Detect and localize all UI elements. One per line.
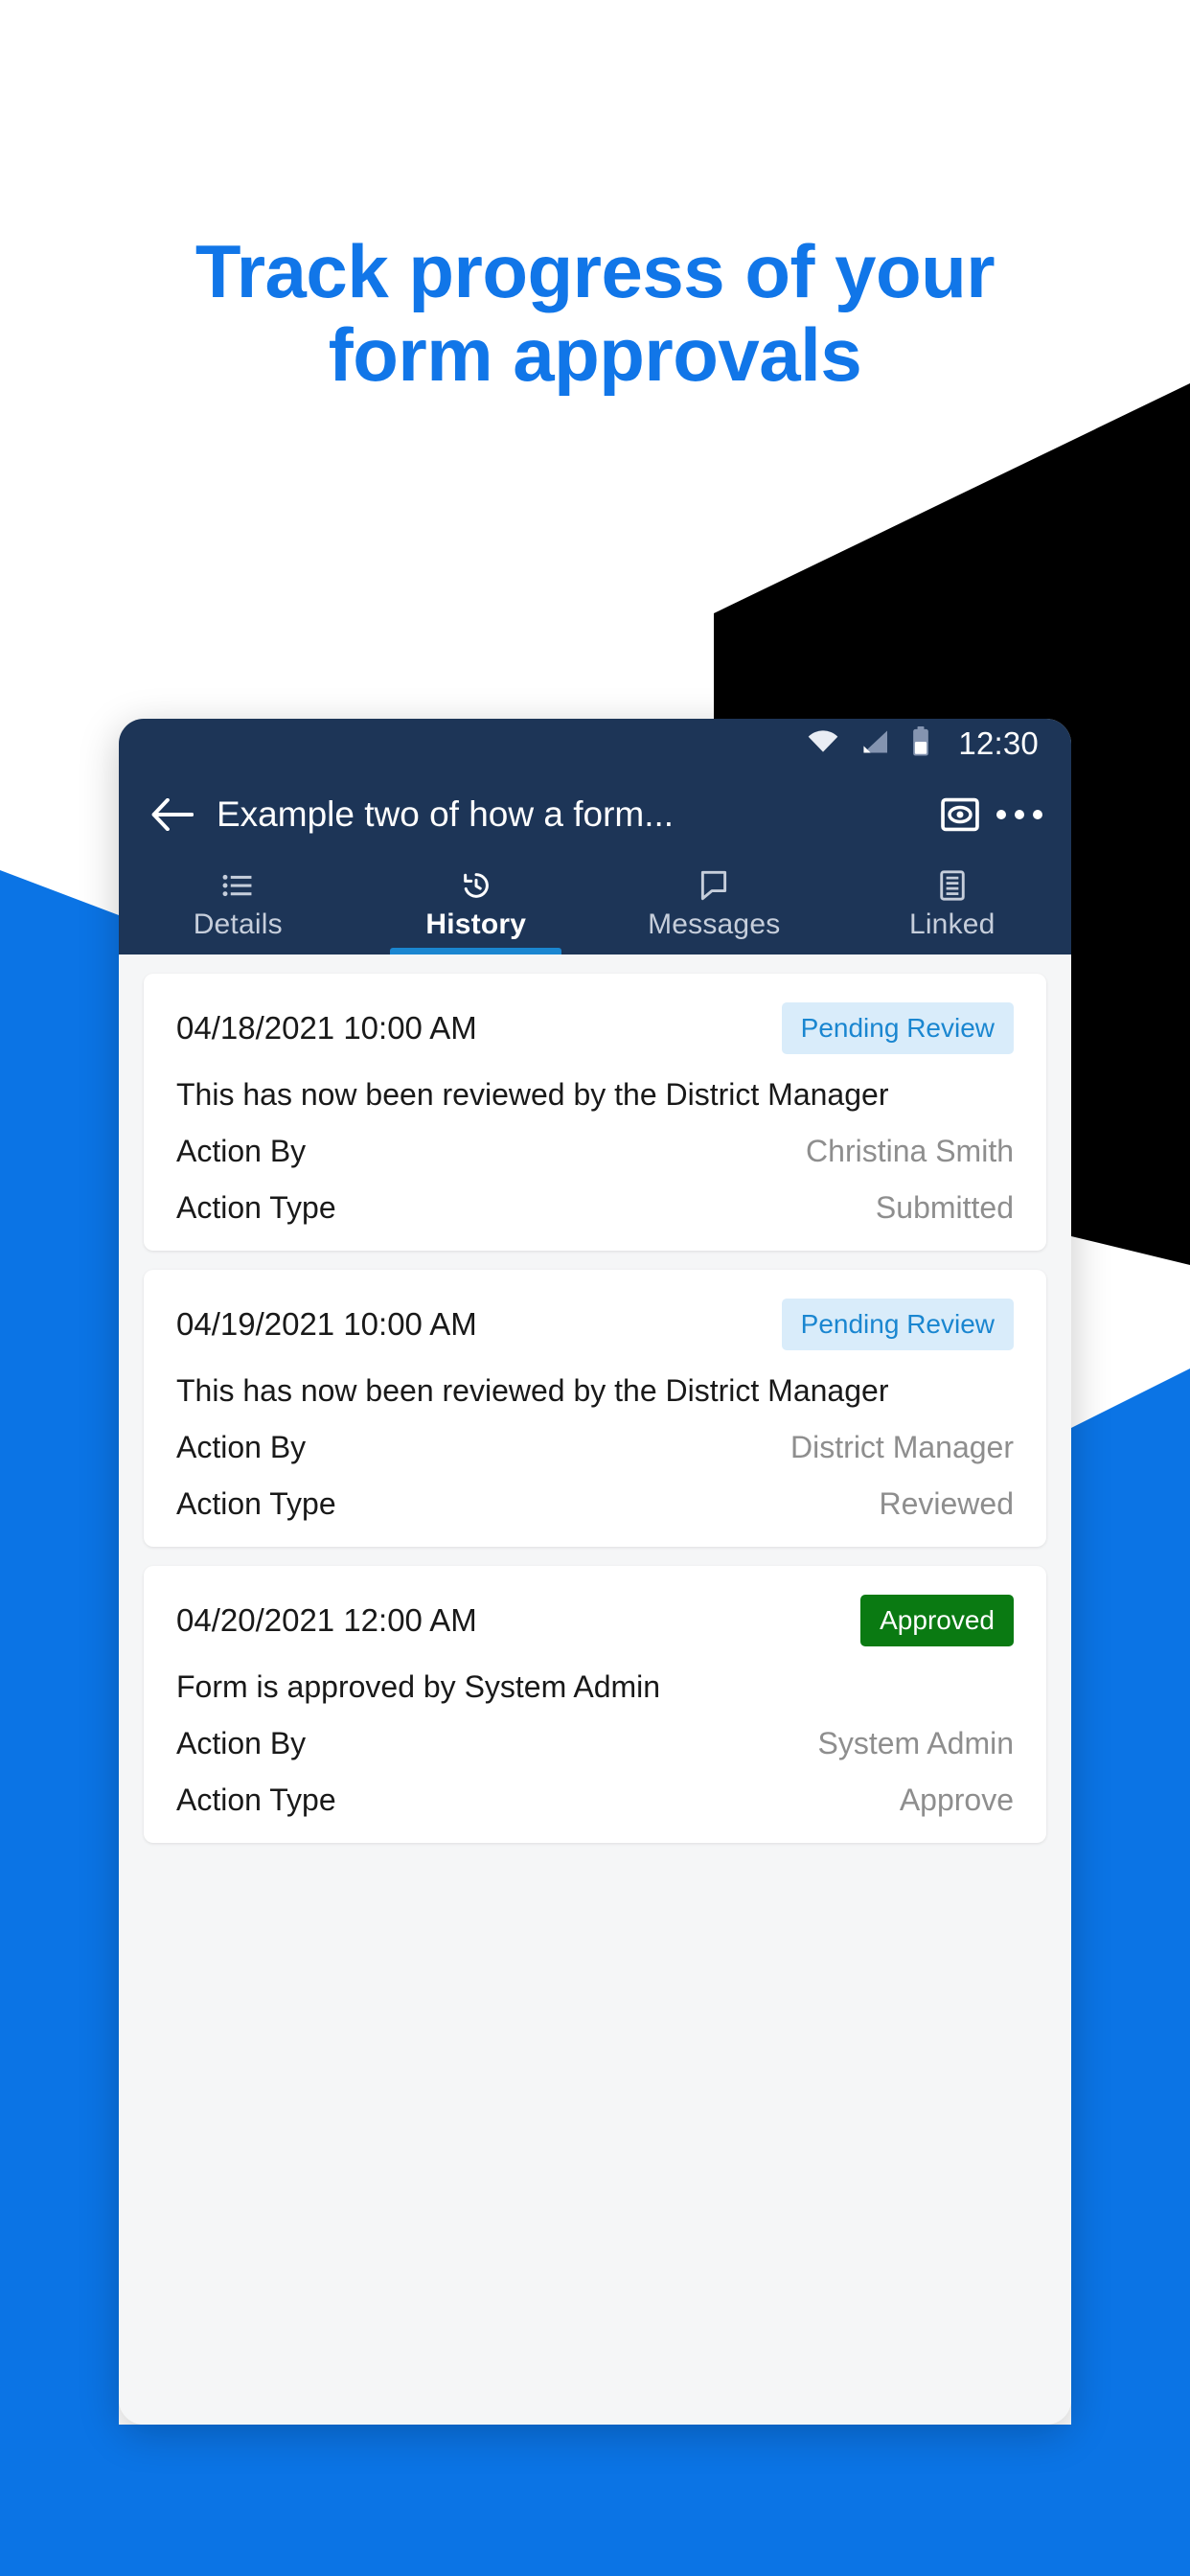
blue-polygon-left — [0, 870, 119, 2576]
chat-bubble-icon — [699, 869, 728, 902]
headline-line-1: Track progress of your — [195, 229, 995, 313]
wifi-icon — [807, 729, 839, 759]
field-label: Action By — [176, 1134, 307, 1168]
card-description: This has now been reviewed by the Distri… — [176, 1077, 889, 1112]
headline: Track progress of your form approvals — [0, 229, 1190, 398]
card-field-row: Action By District Manager — [176, 1430, 1014, 1465]
card-header: 04/19/2021 10:00 AM Pending Review — [176, 1297, 1014, 1352]
card-timestamp: 04/18/2021 10:00 AM — [176, 1010, 477, 1046]
blue-polygon-right — [1071, 1368, 1190, 2576]
field-label: Action Type — [176, 1486, 336, 1521]
app-bar: Example two of how a form... — [119, 769, 1071, 861]
card-field-row: Action By Christina Smith — [176, 1134, 1014, 1169]
field-value: Approve — [899, 1782, 1014, 1817]
status-bar: 12:30 — [119, 719, 1071, 769]
card-header: 04/20/2021 12:00 AM Approved — [176, 1593, 1014, 1648]
tab-linked[interactable]: Linked — [834, 861, 1072, 954]
overflow-menu-icon[interactable] — [991, 784, 1048, 845]
field-label: Action By — [176, 1430, 307, 1464]
status-bar-clock: 12:30 — [958, 725, 1039, 761]
field-label: Action By — [176, 1726, 307, 1760]
app-bar-title: Example two of how a form... — [217, 794, 675, 834]
tab-bar: Details History Messages Linked — [119, 861, 1071, 954]
tab-history-label: History — [425, 908, 527, 940]
tab-linked-label: Linked — [908, 908, 995, 940]
eye-preview-icon[interactable] — [929, 784, 991, 845]
card-description: This has now been reviewed by the Distri… — [176, 1373, 889, 1408]
field-value: Reviewed — [879, 1486, 1014, 1521]
arrow-back-icon[interactable] — [146, 788, 199, 841]
card-field-row: Action By System Admin — [176, 1726, 1014, 1761]
battery-icon — [910, 725, 931, 762]
status-badge: Pending Review — [781, 1299, 1014, 1350]
history-card[interactable]: 04/19/2021 10:00 AM Pending Review This … — [144, 1270, 1046, 1547]
field-label: Action Type — [176, 1190, 336, 1225]
field-label: Action Type — [176, 1782, 336, 1817]
blue-bottom-band — [0, 2425, 1190, 2576]
card-field-row: Action Type Submitted — [176, 1190, 1014, 1226]
cellular-signal-icon — [860, 729, 889, 759]
card-field-row: Action Type Approve — [176, 1782, 1014, 1818]
active-tab-indicator — [390, 948, 562, 954]
history-card[interactable]: 04/18/2021 10:00 AM Pending Review This … — [144, 974, 1046, 1251]
card-header: 04/18/2021 10:00 AM Pending Review — [176, 1000, 1014, 1056]
tab-messages-label: Messages — [648, 908, 781, 940]
headline-line-2: form approvals — [328, 312, 862, 398]
tab-history[interactable]: History — [357, 861, 596, 954]
field-value: System Admin — [817, 1726, 1014, 1760]
status-badge: Approved — [860, 1595, 1014, 1646]
history-icon — [460, 869, 492, 902]
document-icon — [940, 869, 965, 902]
card-timestamp: 04/20/2021 12:00 AM — [176, 1602, 477, 1638]
tab-messages[interactable]: Messages — [595, 861, 834, 954]
card-field-row: Action Type Reviewed — [176, 1486, 1014, 1522]
field-value: Christina Smith — [806, 1134, 1014, 1168]
field-value: District Manager — [790, 1430, 1014, 1464]
status-badge: Pending Review — [781, 1002, 1014, 1054]
history-list: 04/18/2021 10:00 AM Pending Review This … — [119, 954, 1071, 2425]
list-icon — [222, 869, 253, 902]
field-value: Submitted — [875, 1190, 1014, 1225]
app-store-screenshot: Track progress of your form approvals 12… — [0, 0, 1190, 2576]
history-card[interactable]: 04/20/2021 12:00 AM Approved Form is app… — [144, 1566, 1046, 1843]
phone-mockup: 12:30 Example two of how a form... Detai… — [119, 719, 1071, 2425]
card-description: Form is approved by System Admin — [176, 1669, 661, 1704]
tab-details[interactable]: Details — [119, 861, 357, 954]
tab-details-label: Details — [193, 908, 283, 940]
card-timestamp: 04/19/2021 10:00 AM — [176, 1306, 477, 1342]
